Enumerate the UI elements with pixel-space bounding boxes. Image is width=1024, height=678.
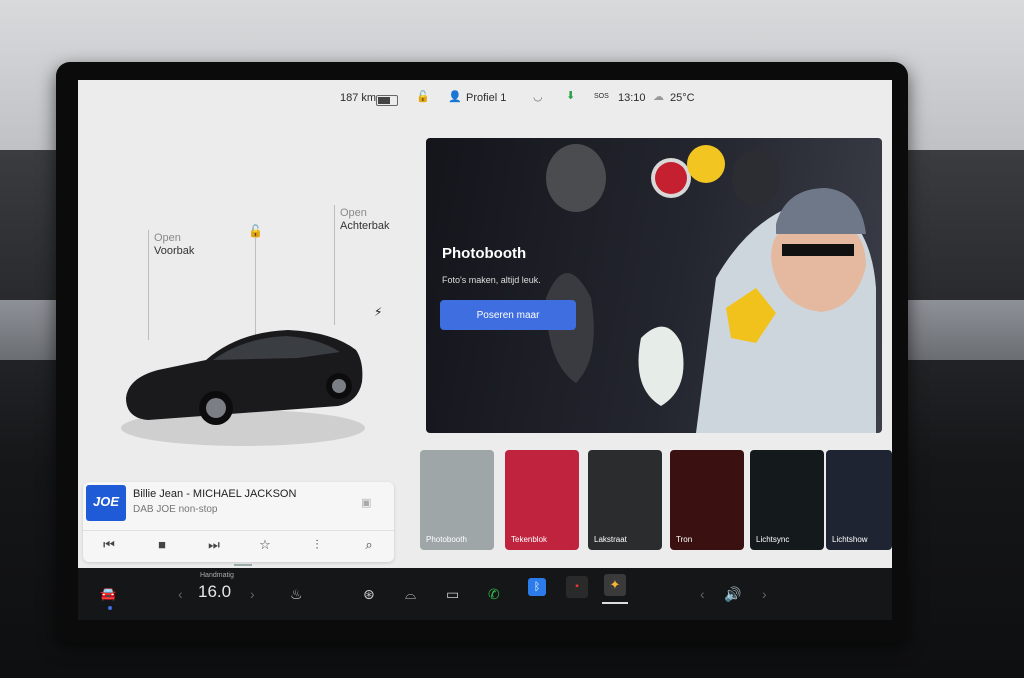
page-indicator — [234, 564, 252, 566]
rear-defrost-icon[interactable]: ▭ — [446, 586, 459, 603]
trunk-leader-line — [334, 205, 335, 325]
car-visualization: Open Voorbak Open Achterbak 🔓 ⚡ — [78, 120, 412, 480]
station-logo: JOE — [86, 485, 126, 521]
trunk-state: Open — [340, 207, 367, 219]
app-tile-lichtshow[interactable]: Lichtshow — [826, 450, 892, 550]
taskbar: 🚘 ‹ Handmatig 16.0 › ♨ ⊛ ⌓ ▭ ✆ ᛒ ▪ ✦ ‹ 🔊… — [78, 568, 892, 620]
temp-up-chevron-icon[interactable]: › — [250, 586, 255, 602]
charge-port-icon[interactable]: ⚡ — [374, 305, 382, 319]
cabin-temperature[interactable]: 16.0 — [198, 582, 231, 602]
photobooth-banner[interactable]: Photobooth Foto's maken, altijd leuk. Po… — [426, 138, 882, 433]
door-lock-icon[interactable]: 🔓 — [248, 224, 263, 238]
previous-track-icon[interactable]: ⏮ — [99, 537, 119, 553]
app-tile-photobooth[interactable]: Photobooth — [420, 450, 494, 550]
volume-icon[interactable]: 🔊 — [724, 586, 741, 603]
station-name: DAB JOE non-stop — [133, 504, 218, 515]
source-icon[interactable]: ▣ — [361, 496, 371, 509]
battery-icon — [376, 95, 398, 106]
stop-icon[interactable]: ■ — [152, 537, 172, 552]
next-track-icon[interactable]: ⏭ — [204, 537, 224, 553]
song-title: Billie Jean - MICHAEL JACKSON — [133, 488, 297, 500]
app-label: Lichtshow — [832, 535, 868, 544]
lock-icon[interactable]: 🔓 — [416, 90, 430, 103]
car-icon[interactable]: 🚘 — [100, 586, 116, 602]
equalizer-icon[interactable]: ⫶ — [307, 537, 327, 553]
app-tile-lichtsync[interactable]: Lichtsync — [750, 450, 824, 550]
volume-down-chevron-icon[interactable]: ‹ — [700, 586, 705, 602]
outside-temp-icon: ☁ — [653, 91, 664, 103]
status-bar: 187 km 🔓 👤 Profiel 1 ◡ ⬇ SOS 13:10 ☁ 25°… — [78, 80, 892, 118]
app-label: Tron — [676, 535, 693, 544]
search-icon[interactable]: ⌕ — [359, 537, 379, 553]
seat-heater-icon[interactable]: ♨ — [290, 586, 303, 603]
climate-mode: Handmatig — [200, 572, 234, 579]
sos-icon[interactable]: SOS — [594, 93, 609, 100]
toybox-icon[interactable]: ✦ — [604, 574, 626, 596]
profile-name[interactable]: Profiel 1 — [466, 92, 506, 104]
car-model-image — [121, 330, 365, 446]
frunk-name: Voorbak — [154, 245, 195, 257]
wifi-icon[interactable]: ◡ — [533, 90, 543, 103]
volume-up-chevron-icon[interactable]: › — [762, 586, 767, 602]
photobooth-title: Photobooth — [442, 245, 527, 262]
app-label: Lakstraat — [594, 535, 627, 544]
steering-wheel-heater-icon[interactable]: ⊛ — [363, 586, 375, 603]
bluetooth-icon[interactable]: ᛒ — [528, 578, 546, 596]
photobooth-subtitle: Foto's maken, altijd leuk. — [442, 275, 541, 285]
photobooth-photo — [546, 144, 876, 433]
touchscreen: 187 km 🔓 👤 Profiel 1 ◡ ⬇ SOS 13:10 ☁ 25°… — [78, 80, 892, 568]
pose-button[interactable]: Poseren maar — [440, 300, 576, 330]
favorite-star-icon[interactable]: ☆ — [255, 537, 275, 553]
app-tile-lakstraat[interactable]: Lakstraat — [588, 450, 662, 550]
app-label: Lichtsync — [756, 535, 790, 544]
outside-temp: 25°C — [670, 92, 695, 104]
trunk-name: Achterbak — [340, 220, 390, 232]
range-readout: 187 km — [340, 92, 377, 104]
car-active-dot — [108, 606, 112, 610]
frunk-label[interactable]: Open Voorbak — [154, 232, 194, 258]
app-tile-tron[interactable]: Tron — [670, 450, 744, 550]
frunk-state: Open — [154, 232, 181, 244]
phone-icon[interactable]: ✆ — [488, 586, 500, 603]
front-defrost-icon[interactable]: ⌓ — [405, 586, 416, 603]
app-label: Photobooth — [426, 535, 467, 544]
trunk-label[interactable]: Open Achterbak — [340, 207, 390, 233]
temp-down-chevron-icon[interactable]: ‹ — [178, 586, 183, 602]
app-tile-tekenblok[interactable]: Tekenblok — [505, 450, 579, 550]
toybox-active-indicator — [602, 602, 628, 604]
clock: 13:10 — [618, 92, 646, 104]
download-icon[interactable]: ⬇ — [566, 89, 575, 102]
app-label: Tekenblok — [511, 535, 548, 544]
media-player: JOE Billie Jean - MICHAEL JACKSON DAB JO… — [83, 482, 394, 562]
media-controls: ⏮ ■ ⏭ ☆ ⫶ ⌕ — [83, 530, 394, 559]
profile-icon: 👤 — [448, 91, 462, 103]
toybox-apps: Photobooth Tekenblok Lakstraat Tron Lich… — [420, 450, 892, 550]
dashcam-icon[interactable]: ▪ — [566, 576, 588, 598]
